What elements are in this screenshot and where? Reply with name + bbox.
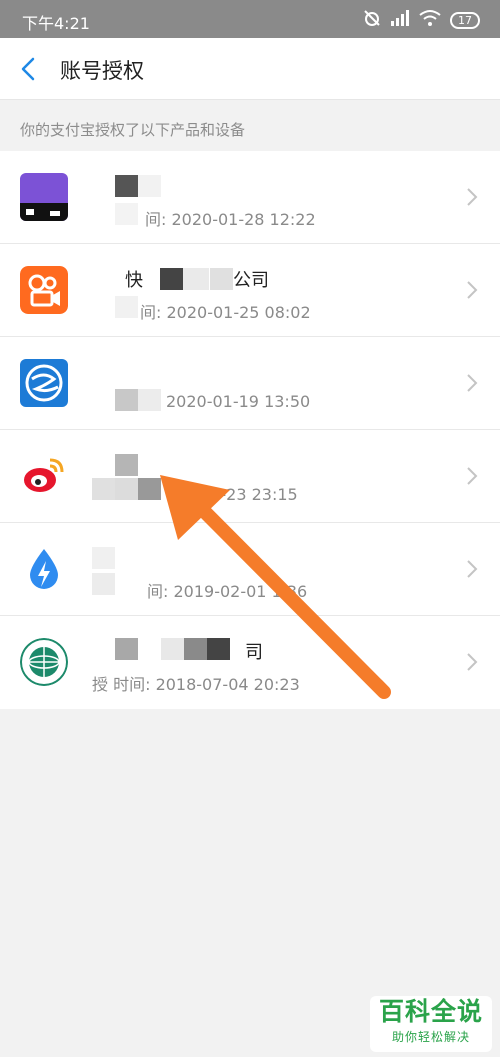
- chevron-right-icon: [466, 559, 478, 579]
- authorized-apps-list: 间: 2020-01-28 12:22 快 公司 间: 2020-01-25 0…: [0, 151, 500, 709]
- watermark-logo: 百科全说 助你轻松解决: [370, 996, 492, 1052]
- list-item[interactable]: 间: 2019-02-01 1 36: [0, 523, 500, 616]
- status-time: 下午4:21: [22, 14, 90, 33]
- auth-time: 间: 2020-01-25 08:02: [140, 303, 311, 322]
- watermark-subtitle: 助你轻松解决: [391, 1030, 470, 1044]
- auth-time: 间: 2019-02-01 1 36: [147, 582, 308, 601]
- watermark-title: 百科全说: [378, 997, 483, 1026]
- alarm-off-icon: [363, 9, 381, 31]
- nav-bar: 账号授权: [0, 38, 500, 100]
- pixelated-redaction: [92, 547, 117, 597]
- weibo-icon: [20, 452, 68, 500]
- pixelated-redaction: [115, 638, 243, 664]
- kuaishou-icon: [20, 266, 68, 314]
- wifi-icon: [419, 9, 441, 31]
- pixelated-redaction: [115, 175, 185, 229]
- back-arrow-icon[interactable]: [18, 56, 40, 82]
- pixelated-redaction: [115, 389, 165, 414]
- battery-icon: 17: [450, 11, 480, 29]
- pixelated-redaction: [160, 268, 240, 298]
- chevron-right-icon: [466, 373, 478, 393]
- list-item[interactable]: 12-23 23:15: [0, 430, 500, 523]
- chevron-right-icon: [466, 280, 478, 300]
- status-bar: 下午4:21 17: [0, 0, 500, 38]
- page-title: 账号授权: [60, 59, 144, 83]
- chevron-right-icon: [466, 466, 478, 486]
- section-caption: 你的支付宝授权了以下产品和设备: [20, 121, 246, 139]
- chevron-right-icon: [466, 187, 478, 207]
- auth-time: 授 时间: 2018-07-04 20:23: [92, 675, 300, 694]
- signal-icon: [390, 9, 410, 31]
- water-drop-icon: [20, 545, 68, 593]
- list-item[interactable]: 2020-01-19 13:50: [0, 337, 500, 430]
- list-item[interactable]: 快 公司 间: 2020-01-25 08:02: [0, 244, 500, 337]
- purple-app-icon: [20, 173, 68, 221]
- auth-time: 2020-01-19 13:50: [166, 392, 311, 411]
- list-item[interactable]: 司 授 时间: 2018-07-04 20:23: [0, 616, 500, 709]
- chevron-right-icon: [466, 652, 478, 672]
- auth-time: 12-23 23:15: [200, 485, 298, 504]
- blue-swirl-icon: [20, 359, 68, 407]
- list-item[interactable]: 间: 2020-01-28 12:22: [0, 151, 500, 244]
- state-grid-icon: [20, 638, 68, 686]
- status-icons: 17: [363, 9, 480, 31]
- pixelated-redaction: [115, 296, 140, 321]
- pixelated-redaction: [92, 454, 164, 504]
- app-name: 司: [245, 642, 263, 663]
